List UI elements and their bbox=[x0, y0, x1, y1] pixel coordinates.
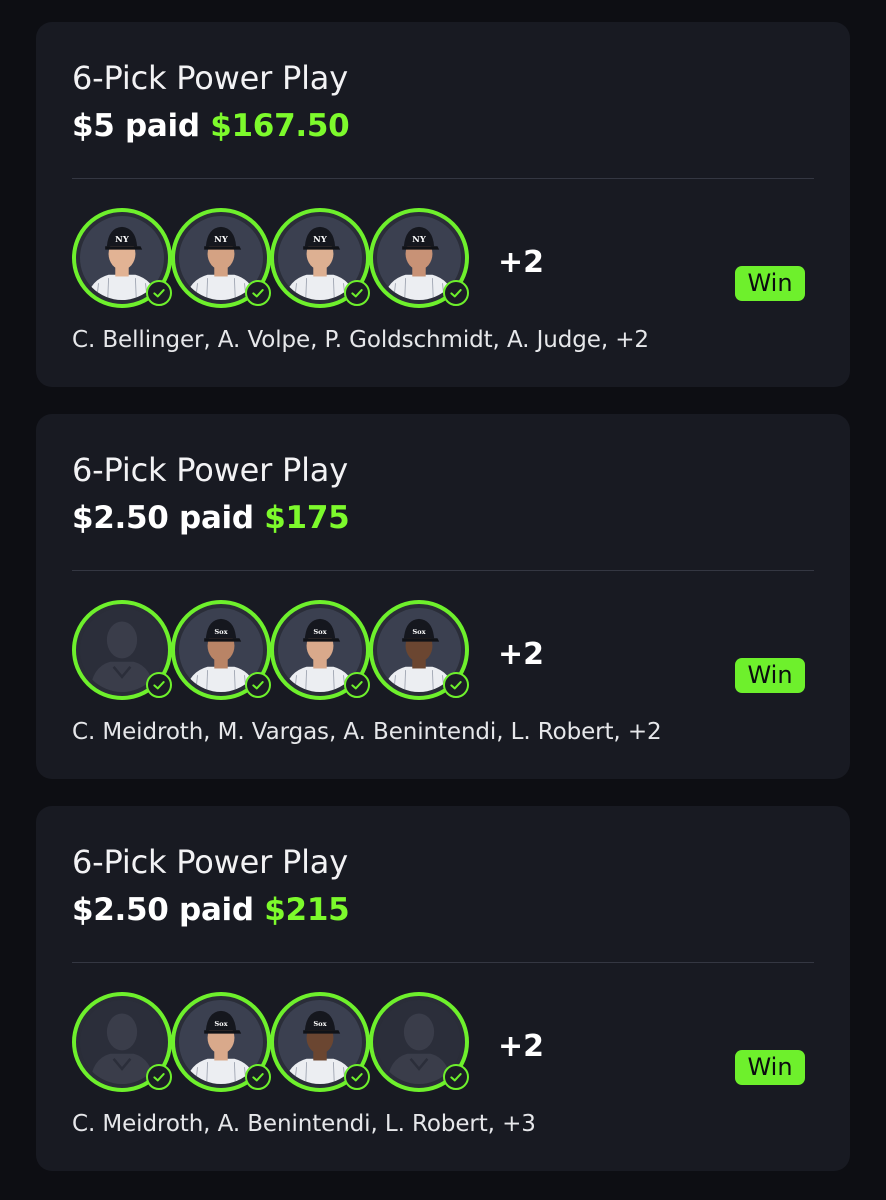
entry-amount-paid: $2.50 paid bbox=[72, 500, 254, 536]
entry-card[interactable]: 6-Pick Power Play $5 paid $167.50 NY NY NY NY… bbox=[36, 22, 850, 387]
avatar: Sox bbox=[171, 600, 271, 700]
status-badge: Win bbox=[735, 266, 805, 301]
entry-amount-won: $167.50 bbox=[210, 108, 350, 144]
avatar: Sox bbox=[369, 600, 469, 700]
svg-text:Sox: Sox bbox=[313, 628, 327, 636]
entry-payout: $5 paid $167.50 bbox=[72, 108, 350, 144]
check-circle-icon bbox=[443, 280, 469, 306]
more-picks-count: +2 bbox=[498, 637, 545, 672]
entry-card[interactable]: 6-Pick Power Play $2.50 paid $215 Sox Sox +2… bbox=[36, 806, 850, 1171]
status-badge: Win bbox=[735, 1050, 805, 1085]
check-circle-icon bbox=[245, 1064, 271, 1090]
entry-amount-paid: $5 paid bbox=[72, 108, 200, 144]
player-avatars: NY NY NY NY bbox=[72, 208, 492, 308]
entry-payout: $2.50 paid $175 bbox=[72, 500, 350, 536]
check-circle-icon bbox=[443, 1064, 469, 1090]
player-avatars: Sox Sox Sox bbox=[72, 600, 492, 700]
svg-text:Sox: Sox bbox=[313, 1020, 327, 1028]
entry-amount-won: $215 bbox=[264, 892, 350, 928]
avatar: NY bbox=[369, 208, 469, 308]
check-circle-icon bbox=[146, 672, 172, 698]
more-picks-count: +2 bbox=[498, 245, 545, 280]
check-circle-icon bbox=[344, 1064, 370, 1090]
entry-title: 6-Pick Power Play bbox=[72, 843, 348, 881]
entry-payout: $2.50 paid $215 bbox=[72, 892, 350, 928]
avatar: NY bbox=[72, 208, 172, 308]
avatar: NY bbox=[171, 208, 271, 308]
entry-amount-paid: $2.50 paid bbox=[72, 892, 254, 928]
entry-title: 6-Pick Power Play bbox=[72, 59, 348, 97]
divider bbox=[72, 962, 814, 963]
check-circle-icon bbox=[245, 280, 271, 306]
divider bbox=[72, 570, 814, 571]
avatar bbox=[72, 600, 172, 700]
check-circle-icon bbox=[443, 672, 469, 698]
player-avatars: Sox Sox bbox=[72, 992, 492, 1092]
svg-text:Sox: Sox bbox=[412, 628, 426, 636]
avatar: Sox bbox=[270, 600, 370, 700]
entry-amount-won: $175 bbox=[264, 500, 350, 536]
avatar: Sox bbox=[171, 992, 271, 1092]
status-badge: Win bbox=[735, 658, 805, 693]
svg-text:NY: NY bbox=[214, 234, 229, 244]
more-picks-count: +2 bbox=[498, 1029, 545, 1064]
entry-card[interactable]: 6-Pick Power Play $2.50 paid $175 Sox Sox So… bbox=[36, 414, 850, 779]
players-list: C. Meidroth, A. Benintendi, L. Robert, +… bbox=[72, 1111, 536, 1137]
check-circle-icon bbox=[245, 672, 271, 698]
entry-title: 6-Pick Power Play bbox=[72, 451, 348, 489]
avatar: Sox bbox=[270, 992, 370, 1092]
avatar bbox=[72, 992, 172, 1092]
check-circle-icon bbox=[146, 1064, 172, 1090]
players-list: C. Meidroth, M. Vargas, A. Benintendi, L… bbox=[72, 719, 662, 745]
svg-text:NY: NY bbox=[115, 234, 130, 244]
svg-text:Sox: Sox bbox=[214, 1020, 228, 1028]
check-circle-icon bbox=[146, 280, 172, 306]
svg-text:NY: NY bbox=[313, 234, 328, 244]
players-list: C. Bellinger, A. Volpe, P. Goldschmidt, … bbox=[72, 327, 649, 353]
avatar bbox=[369, 992, 469, 1092]
check-circle-icon bbox=[344, 280, 370, 306]
svg-text:Sox: Sox bbox=[214, 628, 228, 636]
check-circle-icon bbox=[344, 672, 370, 698]
divider bbox=[72, 178, 814, 179]
entries-list: 6-Pick Power Play $5 paid $167.50 NY NY NY NY… bbox=[36, 22, 850, 1198]
svg-text:NY: NY bbox=[412, 234, 427, 244]
avatar: NY bbox=[270, 208, 370, 308]
